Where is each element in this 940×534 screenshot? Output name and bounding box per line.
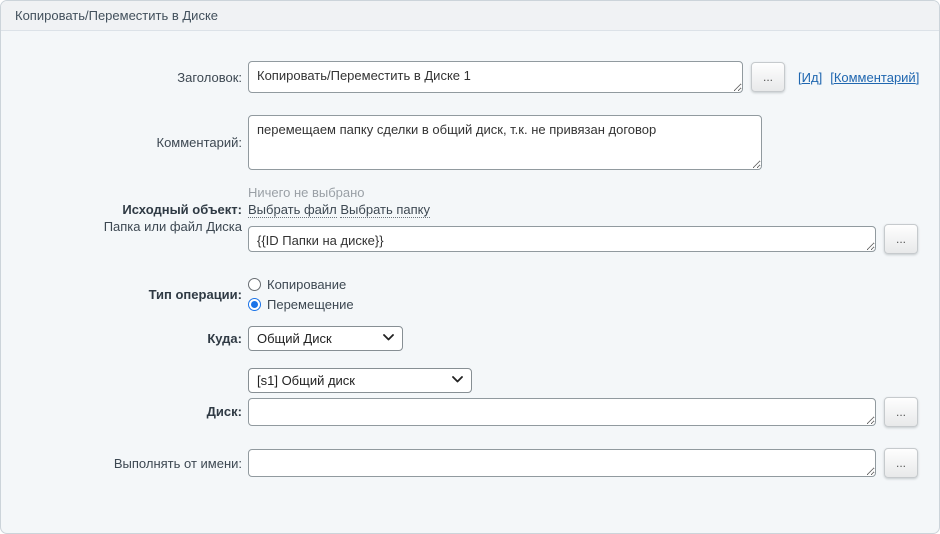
radio-option-move[interactable]: Перемещение (248, 294, 354, 314)
source-object-sublabel: Папка или файл Диска (1, 218, 242, 235)
run-as-input[interactable] (248, 449, 876, 477)
choose-links: Выбрать файл Выбрать папку (248, 201, 918, 219)
comment-link-bracket-close: ] (916, 70, 920, 85)
choose-file-link[interactable]: Выбрать файл (248, 202, 337, 218)
title-links: [Ид][Комментарий] (798, 70, 919, 85)
comment-link[interactable]: Комментарий (834, 70, 916, 85)
id-link-bracket-close: ] (819, 70, 823, 85)
radio-move-icon[interactable] (248, 298, 261, 311)
disk-select[interactable]: [s1] Общий диск (248, 368, 472, 393)
run-as-row: Выполнять от имени: ... (1, 448, 939, 478)
source-object-row: Исходный объект: Папка или файл Диска Ни… (1, 184, 939, 254)
disk-picker-button[interactable]: ... (884, 397, 918, 427)
title-row: Заголовок: Копировать/Переместить в Диск… (1, 61, 939, 93)
run-as-picker-button[interactable]: ... (884, 448, 918, 478)
radio-move-label: Перемещение (267, 297, 354, 312)
operation-type-row: Тип операции: Копирование Перемещение (1, 274, 939, 314)
comment-input[interactable]: перемещаем папку сделки в общий диск, т.… (248, 115, 762, 170)
run-as-label: Выполнять от имени: (1, 455, 248, 472)
destination-label: Куда: (1, 330, 248, 347)
choose-folder-link[interactable]: Выбрать папку (340, 202, 430, 218)
dialog-header: Копировать/Переместить в Диске (1, 1, 939, 31)
title-picker-button[interactable]: ... (751, 62, 785, 92)
source-object-picker-button[interactable]: ... (884, 224, 918, 254)
radio-copy-label: Копирование (267, 277, 346, 292)
activity-settings-dialog: Копировать/Переместить в Диске Заголовок… (0, 0, 940, 534)
comment-label: Комментарий: (1, 134, 248, 151)
source-object-fields: Ничего не выбрано Выбрать файл Выбрать п… (248, 184, 918, 254)
source-object-label-block: Исходный объект: Папка или файл Диска (1, 184, 248, 254)
source-object-label: Исходный объект: (1, 201, 242, 218)
disk-label: Диск: (1, 368, 248, 427)
destination-select[interactable]: Общий Диск (248, 326, 403, 351)
destination-row: Куда: Общий Диск (1, 326, 939, 351)
radio-copy-icon[interactable] (248, 278, 261, 291)
id-link[interactable]: Ид (802, 70, 819, 85)
dialog-title: Копировать/Переместить в Диске (15, 8, 218, 23)
operation-type-options: Копирование Перемещение (248, 274, 354, 314)
radio-option-copy[interactable]: Копирование (248, 274, 354, 294)
disk-fields: [s1] Общий диск ... (248, 368, 918, 427)
disk-row: Диск: [s1] Общий диск ... (1, 368, 939, 427)
source-object-input[interactable]: {{ID Папки на диске}} (248, 226, 876, 252)
operation-type-label: Тип операции: (1, 286, 248, 303)
settings-form: Заголовок: Копировать/Переместить в Диск… (1, 31, 939, 478)
title-input[interactable]: Копировать/Переместить в Диске 1 (248, 61, 743, 93)
comment-row: Комментарий: перемещаем папку сделки в о… (1, 115, 939, 170)
disk-input[interactable] (248, 398, 876, 426)
title-label: Заголовок: (1, 69, 248, 86)
nothing-selected-text: Ничего не выбрано (248, 184, 918, 201)
